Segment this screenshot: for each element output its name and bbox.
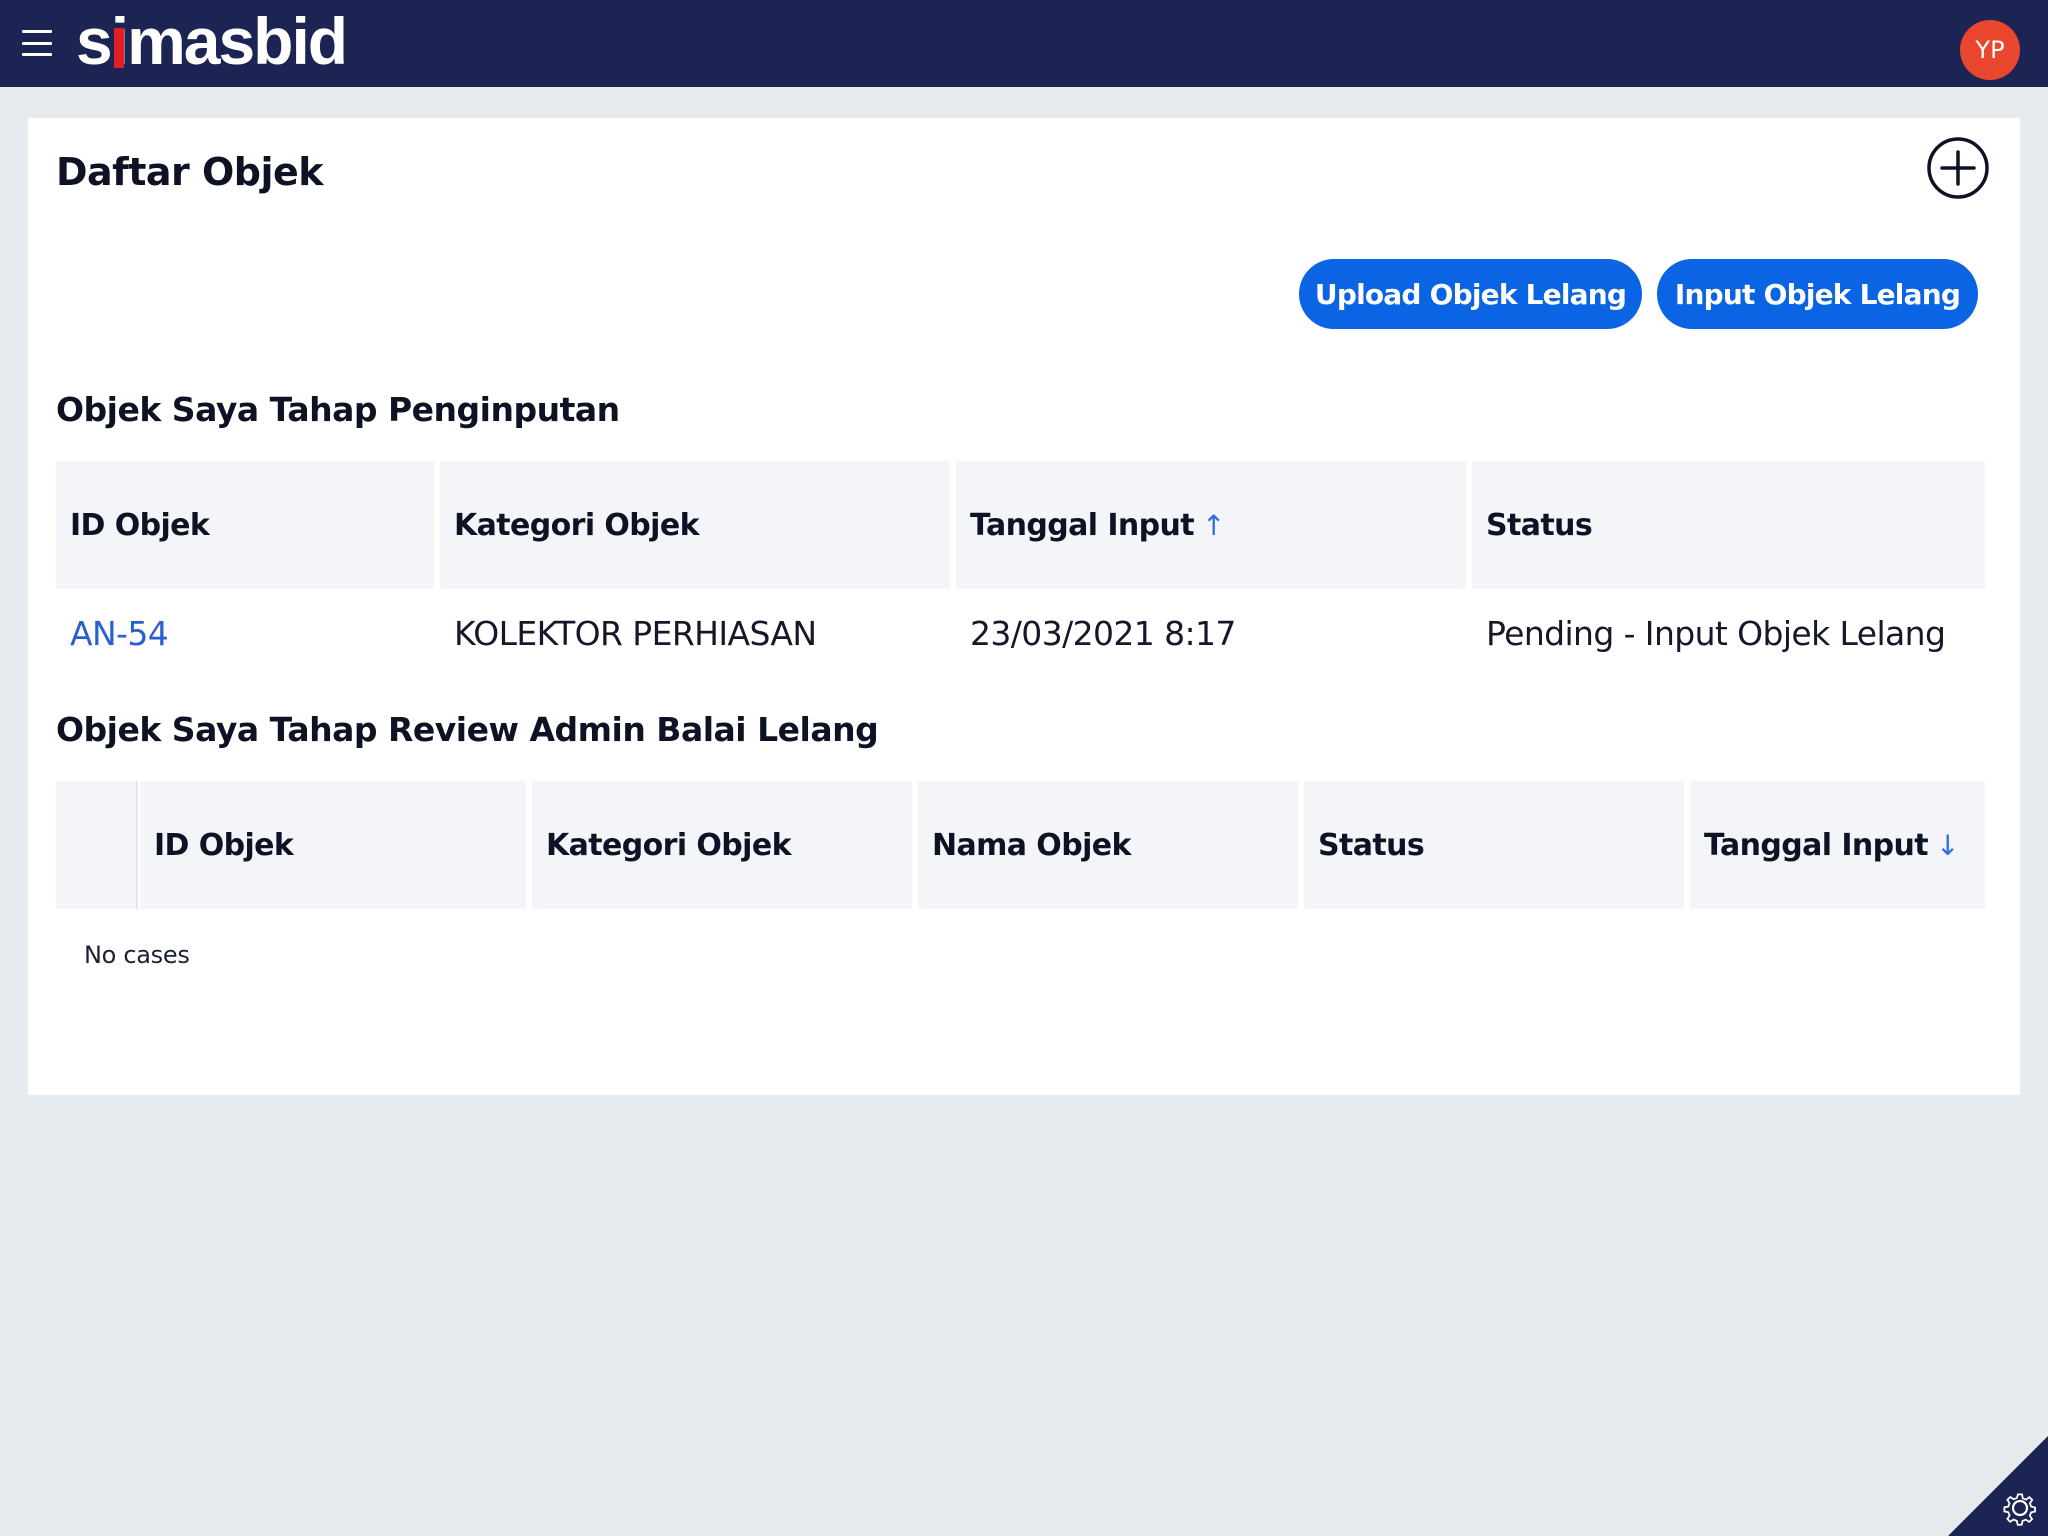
column-header-label: Nama Objek [932,827,1131,863]
column-header-tanggal[interactable]: Tanggal Input ↓ [1690,781,1985,909]
logo-letter-s: s [76,4,113,78]
cell-tanggal: 23/03/2021 8:17 [970,613,1236,653]
column-header-label: Tanggal Input [970,507,1195,543]
upload-objek-button[interactable]: Upload Objek Lelang [1299,259,1642,329]
logo-text: masbid [127,4,348,78]
column-header-nama[interactable]: Nama Objek [918,781,1298,909]
hamburger-menu-icon[interactable] [22,28,52,58]
section-title-penginputan: Objek Saya Tahap Penginputan [56,390,620,429]
table-header: ID Objek Kategori Objek Nama Objek Statu… [56,781,1985,909]
logo-letter-i: i [110,4,129,78]
column-header-status[interactable]: Status [1472,461,1985,589]
column-header-label: Kategori Objek [546,827,792,863]
sort-descending-icon[interactable]: ↓ [1936,829,1959,862]
column-header-kategori[interactable]: Kategori Objek [440,461,950,589]
column-header-label: ID Objek [70,507,210,543]
column-header-label: Status [1318,827,1425,863]
cell-kategori: KOLEKTOR PERHIASAN [454,613,817,653]
section-title-review: Objek Saya Tahap Review Admin Balai Lela… [56,710,879,749]
plus-circle-icon[interactable] [1927,137,1989,199]
user-avatar[interactable]: YP [1960,20,2020,80]
table-header: ID Objek Kategori Objek Tanggal Input ↑ S… [56,461,1985,589]
table-row: AN-54 KOLEKTOR PERHIASAN 23/03/2021 8:17… [56,589,1985,677]
empty-state-text: No cases [84,941,190,969]
column-header-status[interactable]: Status [1304,781,1684,909]
objek-id-link[interactable]: AN-54 [70,614,169,653]
column-header-kategori[interactable]: Kategori Objek [532,781,912,909]
column-header-label: Kategori Objek [454,507,700,543]
column-header-expand [56,781,138,909]
app-logo[interactable]: simasbid [76,4,348,78]
table-penginputan: ID Objek Kategori Objek Tanggal Input ↑ S… [56,461,1985,677]
cell-status: Pending - Input Objek Lelang [1486,613,1946,653]
table-review: ID Objek Kategori Objek Nama Objek Statu… [56,781,1985,909]
menu-line [22,30,52,33]
column-header-id[interactable]: ID Objek [140,781,526,909]
gear-icon[interactable] [1948,1436,2048,1536]
column-header-id[interactable]: ID Objek [56,461,434,589]
cell-id: AN-54 [56,589,434,677]
input-objek-button[interactable]: Input Objek Lelang [1657,259,1978,329]
sort-ascending-icon[interactable]: ↑ [1202,509,1225,542]
menu-line [22,41,52,45]
content-card: Daftar Objek Upload Objek Lelang Input O… [28,118,2020,1095]
column-header-label: Tanggal Input [1704,827,1929,863]
column-header-label: Status [1486,507,1593,543]
column-header-tanggal[interactable]: Tanggal Input ↑ [956,461,1466,589]
top-bar: simasbid YP [0,0,2048,87]
page-title: Daftar Objek [56,150,324,194]
menu-line [22,53,52,56]
column-header-label: ID Objek [154,827,294,863]
